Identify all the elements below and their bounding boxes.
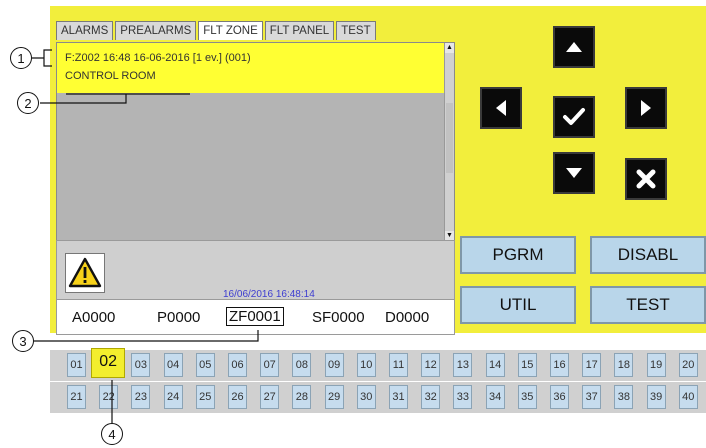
callout-1: 1 — [10, 47, 32, 69]
callout-3: 3 — [12, 330, 34, 352]
callout-4: 4 — [101, 423, 123, 445]
callout-lines — [32, 49, 259, 423]
callout-2: 2 — [17, 92, 39, 114]
